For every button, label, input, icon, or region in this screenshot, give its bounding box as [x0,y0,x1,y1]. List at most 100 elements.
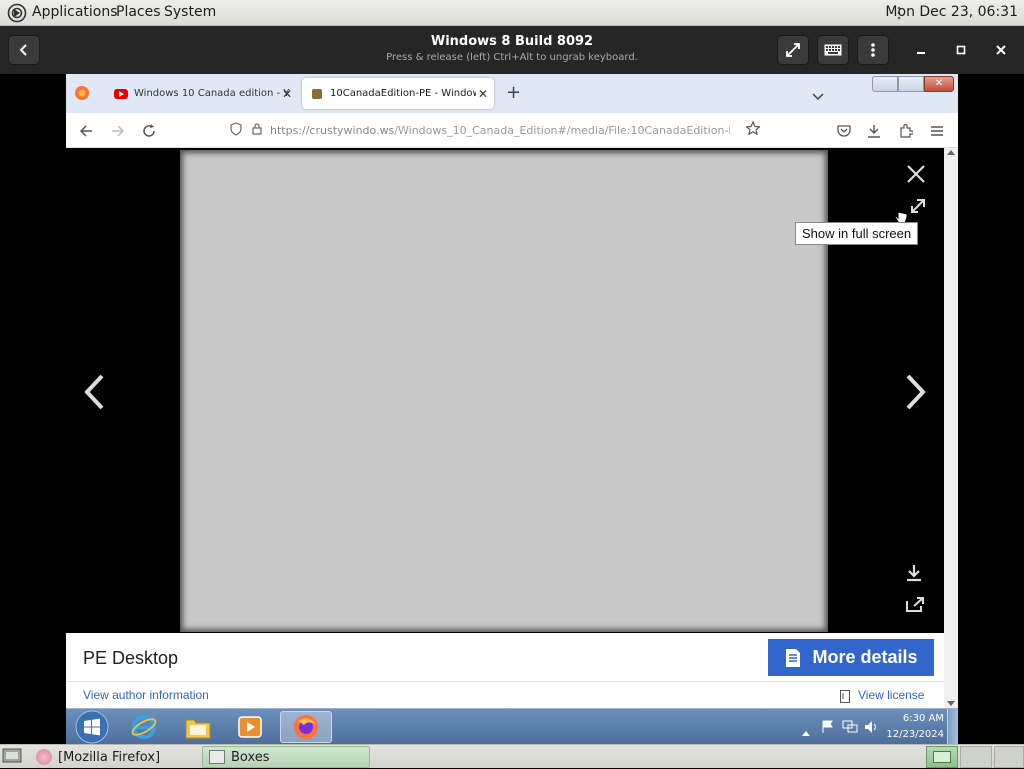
view-license-link[interactable]: View license [858,688,924,702]
minimize-button[interactable] [910,39,932,61]
menu-system[interactable]: System [164,4,216,20]
reload-icon[interactable] [139,121,159,141]
taskbar-date[interactable]: 12/23/2024 [884,729,944,740]
task-label: [Mozilla Firefox] [58,749,161,765]
win-close-button[interactable]: ✕ [924,76,954,92]
media-viewer: Show in full screen [66,148,944,633]
share-icon[interactable] [906,596,924,616]
more-details-button[interactable]: More details [768,639,934,676]
previous-image-button[interactable] [82,374,106,414]
menu-places[interactable]: Places [116,4,161,20]
boxes-small-icon [209,750,225,764]
show-desktop-button[interactable] [947,709,958,744]
bookmark-star-icon[interactable] [744,120,762,138]
chevron-right-icon [906,374,926,410]
vm-title: Windows 8 Build 8092 [430,34,594,49]
chevron-left-icon [19,44,27,56]
page-scrollbar[interactable] [944,148,958,708]
firefox-view-icon[interactable] [74,85,92,103]
close-icon [907,165,925,183]
vm-subtitle: Press & release (left) Ctrl+Alt to ungra… [386,52,638,63]
tab-windows-10-canada[interactable]: Windows 10 Canada edition - Y ✕ [108,78,298,109]
media-image[interactable] [180,150,828,632]
youtube-icon [114,88,128,99]
menu-applications[interactable]: Applications [32,4,118,20]
workspace-2[interactable] [960,746,992,768]
keyboard-icon [824,44,842,56]
maximize-button[interactable] [950,39,972,61]
url-host: https://crustywindo.ws [270,124,395,137]
gnome-foot-icon[interactable] [7,3,27,23]
action-center-flag-icon[interactable] [822,719,834,738]
tab-label: 10CanadaEdition-PE - Window [330,88,481,99]
next-image-button[interactable] [904,374,928,414]
firefox-taskbar-button[interactable] [280,711,332,743]
taskbar-item-boxes[interactable]: Boxes [202,746,370,768]
win-minimize-button[interactable] [872,76,898,92]
new-tab-button[interactable]: + [506,82,521,103]
windows-logo-icon [75,710,109,744]
close-viewer-button[interactable] [906,164,926,188]
menu-button[interactable] [857,35,889,65]
close-icon [996,45,1006,55]
minimize-icon [917,52,925,54]
expand-arrow-icon [911,199,925,213]
windows-taskbar: 6:30 AM 12/23/2024 [66,708,958,744]
taskbar-time[interactable]: 6:30 AM [884,713,944,724]
tab-10canadaedition-pe[interactable]: 10CanadaEdition-PE - Window ✕ [302,78,494,109]
volume-icon[interactable] [864,719,878,738]
file-explorer-icon[interactable] [174,711,222,743]
firefox-icon [294,715,318,739]
document-icon [786,648,801,667]
show-hidden-icons-icon[interactable] [802,721,810,740]
download-icon[interactable] [906,564,922,586]
divider [66,681,944,682]
internet-explorer-icon[interactable] [120,711,168,743]
scroll-up-icon[interactable] [947,150,955,155]
downloads-icon[interactable] [864,121,884,141]
workspace-1[interactable] [926,746,958,768]
license-icon [840,688,850,707]
forward-arrow-icon[interactable] [108,121,128,141]
tab-close-icon[interactable]: ✕ [475,86,488,101]
url-bar[interactable]: https://crustywindo.ws/Windows_10_Canada… [224,118,764,143]
browser-tab-strip: Windows 10 Canada edition - Y ✕ 10Canada… [66,74,958,113]
pocket-icon[interactable] [834,121,854,141]
media-caption: PE Desktop [83,648,179,668]
extensions-icon[interactable] [896,121,916,141]
taskbar-item-firefox[interactable]: [Mozilla Firefox] [30,746,200,768]
workspace-3[interactable] [994,746,1024,768]
view-author-link[interactable]: View author information [83,688,209,702]
gnome-top-panel: Applications Places System Mon Dec 23, 0… [0,0,1024,26]
lock-icon[interactable] [252,123,262,138]
boxes-header-bar: Windows 8 Build 8092 Press & release (le… [0,26,1024,74]
vm-display[interactable]: Windows 10 Canada edition - Y ✕ 10Canada… [66,74,958,744]
wiki-favicon-icon [312,88,322,99]
scroll-down-icon[interactable] [947,701,955,706]
media-info-panel: PE Desktop More details View author info… [66,633,944,708]
browser-nav-bar: https://crustywindo.ws/Windows_10_Canada… [66,113,958,148]
keyboard-button[interactable] [817,35,849,65]
back-button[interactable] [8,35,40,65]
tab-close-icon[interactable]: ✕ [282,87,292,101]
network-icon[interactable] [842,719,858,738]
hamburger-menu-icon[interactable] [927,121,947,141]
tracking-shield-icon[interactable] [230,122,242,139]
close-window-button[interactable] [990,39,1012,61]
win-restore-button[interactable] [898,76,924,92]
tab-label: Windows 10 Canada edition - Y [134,88,290,99]
media-player-icon[interactable] [226,711,274,743]
fullscreen-viewer-button[interactable] [908,196,928,220]
task-label: Boxes [231,749,270,765]
more-details-label: More details [812,647,918,667]
start-button[interactable] [68,710,116,744]
panel-clock[interactable]: Mon Dec 23, 06:31 [885,4,1018,20]
firefox-small-icon [36,749,52,765]
list-all-tabs-button[interactable] [812,86,824,105]
chevron-left-icon [84,374,104,410]
chevron-down-icon [812,93,824,101]
fullscreen-button[interactable] [777,35,809,65]
tooltip: Show in full screen [795,222,919,245]
back-arrow-icon[interactable] [76,121,96,141]
show-desktop-icon[interactable] [2,748,22,769]
